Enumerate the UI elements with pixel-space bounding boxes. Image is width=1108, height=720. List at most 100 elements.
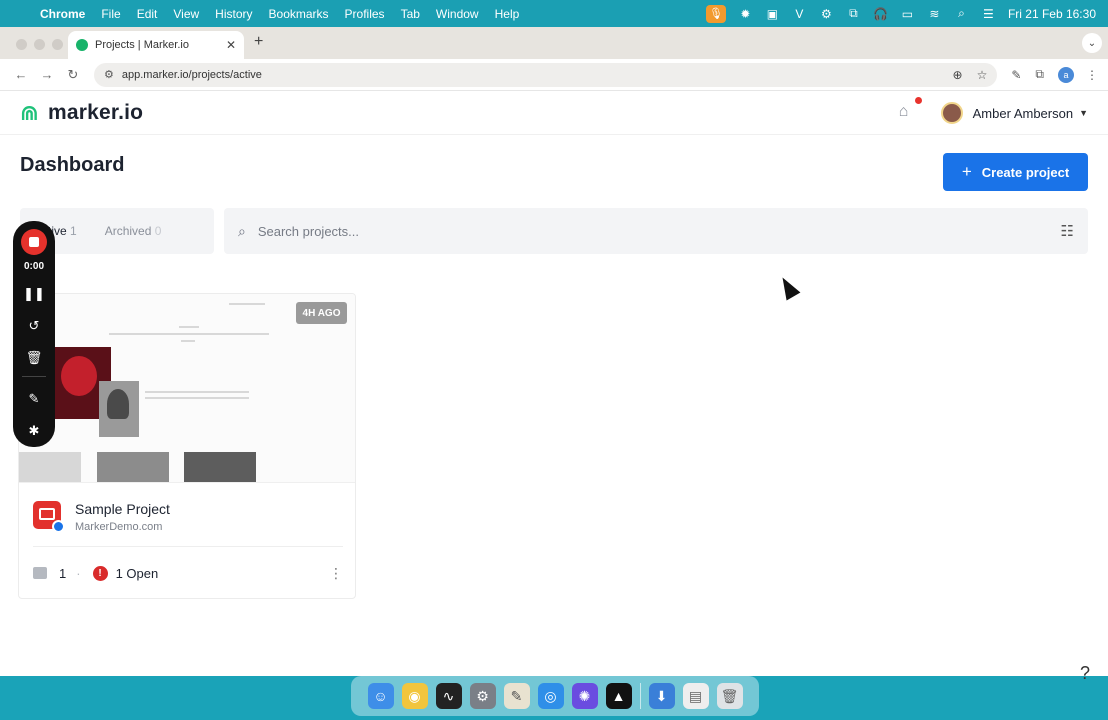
microphone-icon[interactable]: 🎙 [705, 4, 726, 23]
create-project-label: Create project [981, 164, 1070, 180]
address-bar[interactable]: ⚙ app.marker.io/projects/active ⊕ ☆ [94, 62, 998, 87]
recorder-toolbar: 0:00 ❚❚ ↺ 🗑 ✎ ✱ [13, 221, 55, 447]
project-domain: MarkerDemo.com [75, 521, 163, 533]
chrome-icon[interactable]: ◉ [401, 683, 428, 709]
bookmark-star-icon[interactable]: ☆ [977, 68, 988, 82]
wifi-icon[interactable]: ≋ [927, 7, 942, 21]
create-project-button[interactable]: + Create project [943, 153, 1088, 191]
pencil-icon[interactable]: ✎ [29, 389, 40, 409]
tab-search-chevron-icon[interactable]: ⌄ [1082, 33, 1102, 53]
trash-bin-icon[interactable]: 🗑 [716, 683, 743, 709]
activity-monitor-icon[interactable]: ∿ [435, 683, 462, 709]
menu-file[interactable]: File [101, 7, 120, 21]
battery-icon[interactable]: ▭ [900, 7, 915, 21]
project-card[interactable]: 4H AGO Sample Project MarkerDemo.com 1 ·… [18, 293, 356, 599]
thumb-red-flower [61, 356, 97, 396]
menu-edit[interactable]: Edit [137, 7, 158, 21]
effects-icon[interactable]: ✱ [29, 421, 40, 441]
project-name[interactable]: Sample Project [75, 501, 170, 517]
recorder-divider [22, 376, 46, 377]
close-tab-icon[interactable]: ✕ [226, 38, 236, 52]
perplexity-icon[interactable]: ✺ [571, 683, 598, 709]
menu-clock[interactable]: Fri 21 Feb 16:30 [1008, 7, 1096, 21]
stop-recording-button[interactable] [21, 229, 47, 255]
back-arrow-icon[interactable]: ← [10, 67, 32, 82]
finder-icon[interactable]: ☺ [367, 683, 394, 709]
cast-icon[interactable]: ⧉ [846, 6, 861, 20]
brightness-icon[interactable]: ✹ [738, 7, 753, 21]
headphones-icon[interactable]: 🎧 [873, 7, 888, 21]
macos-dock: ☺ ◉ ∿ ⚙ ✎ ◎ ✺ ▲ ⬇ ▤ 🗑 [351, 676, 759, 716]
image-icon [33, 567, 47, 579]
project-thumbnail[interactable]: 4H AGO [19, 294, 355, 483]
help-icon[interactable]: ? [1080, 663, 1090, 684]
textedit-icon[interactable]: ✎ [503, 683, 530, 709]
new-tab-icon[interactable]: + [254, 33, 263, 51]
marker-extension-icon[interactable]: ✎ [1011, 68, 1021, 82]
more-options-icon[interactable]: ⋮ [329, 565, 343, 582]
recording-time: 0:00 [23, 261, 44, 272]
downloads-folder-icon[interactable]: ⬇ [648, 683, 675, 709]
reload-icon[interactable]: ↻ [62, 67, 84, 83]
thumb-gallery-image [97, 452, 169, 482]
safari-icon[interactable]: ◎ [537, 683, 564, 709]
thumb-text-line [179, 326, 199, 328]
menu-help[interactable]: Help [495, 7, 520, 21]
menu-bookmarks[interactable]: Bookmarks [269, 7, 329, 21]
browser-menu-icon[interactable]: ⋮ [1086, 68, 1098, 82]
tab-projects[interactable]: Projects | Marker.io ✕ [68, 31, 244, 59]
minimize-window-button[interactable] [34, 39, 45, 50]
extensions-puzzle-icon[interactable]: ⧉ [1035, 67, 1044, 82]
project-icon [33, 501, 65, 533]
pause-icon[interactable]: ❚❚ [23, 284, 45, 304]
title-row: Dashboard [20, 154, 124, 177]
restart-icon[interactable]: ↺ [29, 316, 40, 336]
user-avatar[interactable] [940, 102, 963, 124]
search-projects[interactable]: ⌕ Search projects... ☷ [224, 208, 1088, 254]
tab-active-count: 1 [70, 224, 77, 238]
document-icon[interactable]: ▤ [682, 683, 709, 709]
menu-window[interactable]: Window [436, 7, 479, 21]
search-input[interactable]: Search projects... [258, 224, 1061, 239]
zoom-icon[interactable]: ⊕ [953, 68, 963, 82]
site-info-icon[interactable]: ⚙ [104, 68, 114, 81]
menu-tab[interactable]: Tab [401, 7, 420, 21]
logo[interactable]: ⋒ marker.io [20, 101, 143, 125]
zoom-window-button[interactable] [52, 39, 63, 50]
url-text[interactable]: app.marker.io/projects/active [122, 69, 939, 81]
thumb-text-line [145, 391, 249, 393]
project-info: Sample Project MarkerDemo.com [33, 501, 343, 533]
control-center-icon[interactable]: ☰ [981, 7, 996, 21]
filter-row: Active 1 Archived 0 ⌕ Search projects...… [20, 208, 1088, 254]
menu-view[interactable]: View [173, 7, 199, 21]
logo-text: marker.io [48, 100, 144, 124]
search-icon: ⌕ [238, 222, 246, 239]
stop-square-icon [29, 237, 39, 247]
thumb-gallery-image [19, 452, 81, 482]
vectorize-icon[interactable]: V [792, 7, 807, 21]
screenshot-icon[interactable]: ▣ [765, 7, 780, 21]
menu-app-name[interactable]: Chrome [40, 7, 85, 21]
user-name[interactable]: Amber Amberson [973, 106, 1073, 121]
menu-profiles[interactable]: Profiles [345, 7, 385, 21]
system-settings-icon[interactable]: ⚙ [469, 683, 496, 709]
marker-logo-icon: ⋒ [20, 99, 39, 125]
trash-icon[interactable]: 🗑 [26, 348, 43, 368]
plus-icon: + [961, 162, 972, 181]
open-issues-count[interactable]: 1 Open [116, 566, 159, 581]
thumb-text-line [181, 340, 195, 342]
menu-history[interactable]: History [215, 7, 252, 21]
spotlight-search-icon[interactable]: ⌕ [954, 6, 969, 20]
filter-sliders-icon[interactable]: ☷ [1061, 222, 1074, 240]
close-window-button[interactable] [16, 39, 27, 50]
gift-icon[interactable]: ⌂ [899, 97, 922, 123]
profile-avatar-icon[interactable]: a [1058, 66, 1074, 83]
tab-archived[interactable]: Archived 0 [91, 224, 176, 238]
integration-badge-icon [52, 520, 65, 533]
settings-gear-icon[interactable]: ⚙ [819, 7, 834, 21]
tab-strip: Projects | Marker.io ✕ + ⌄ [0, 27, 1108, 59]
forward-arrow-icon[interactable]: → [36, 67, 58, 82]
tab-archived-label: Archived [104, 224, 152, 238]
chevron-down-icon[interactable]: ▼ [1079, 108, 1088, 118]
screen-studio-icon[interactable]: ▲ [605, 683, 632, 709]
